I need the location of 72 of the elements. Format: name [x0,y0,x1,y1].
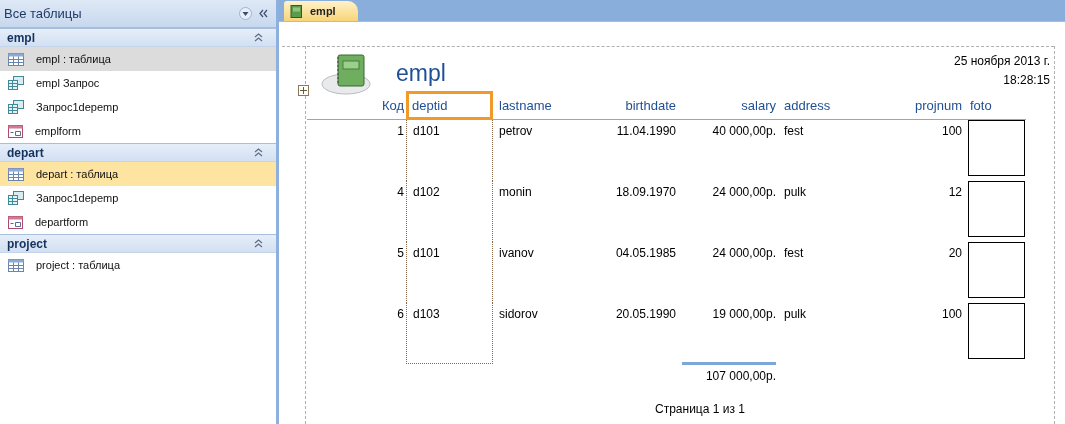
table-cell-text: d101 [413,246,440,262]
table-cell-text: 04.05.1985 [615,246,676,262]
query-icon [8,76,24,90]
table-cell-text: d101 [413,124,440,140]
table-cell-text: 24 000,00р. [712,185,776,201]
table-icon [8,52,24,66]
nav-item[interactable]: Запрос1depemp [0,95,276,119]
table-icon [8,258,24,272]
table-cell-text: 20.05.1990 [615,307,676,323]
table-cell-text: monin [499,185,532,201]
nav-item[interactable]: depart : таблица [0,162,276,186]
table-cell-text: 19 000,00р. [712,307,776,323]
photo-frame [968,303,1025,359]
query-icon [8,191,24,205]
report-title: empl [396,60,447,87]
table-cell-text: petrov [499,124,533,140]
nav-item[interactable]: project : таблица [0,253,276,277]
column-header[interactable]: Код [307,91,406,120]
table-cell-text: 20 [948,246,962,262]
collapse-pane-icon[interactable] [258,9,268,18]
column-header[interactable]: projnum [878,91,964,120]
group-header[interactable]: project [0,234,276,253]
table-cell-text: sidorov [499,307,538,323]
photo-frame [968,242,1025,298]
column-header[interactable]: salary [678,91,778,120]
column-header[interactable]: foto [964,91,1026,120]
nav-item[interactable]: empl Запрос [0,71,276,95]
table-cell-text: d103 [413,307,440,323]
collapse-chevron-icon[interactable] [254,148,263,157]
dropdown-icon[interactable] [239,7,252,20]
total-value: 107 000,00р. [682,362,776,383]
photo-frame [968,181,1025,237]
table-cell-text: 40 000,00р. [712,124,776,140]
table-cell-text: ivanov [499,246,534,262]
table-cell-text: 6 [397,307,404,323]
table-cell-text: fest [784,246,804,262]
table-cell-text: fest [784,124,804,140]
group-header[interactable]: depart [0,143,276,162]
form-icon [8,124,23,138]
collapse-chevron-icon[interactable] [254,33,263,42]
column-header[interactable]: deptid [406,91,493,120]
group-header[interactable]: empl [0,28,276,47]
table-cell-text: 18.09.1970 [615,185,676,201]
table-cell-text: 100 [941,307,962,323]
form-icon [8,215,23,229]
table-cell-text: 100 [941,124,962,140]
nav-item[interactable]: Запрос1depemp [0,186,276,210]
report-time: 18:28:15 [1003,73,1050,87]
table-cell-text: 5 [397,246,404,262]
table-cell-text: pulk [784,185,806,201]
query-icon [8,100,24,114]
table-cell-text: 24 000,00р. [712,246,776,262]
nav-item[interactable]: departform [0,210,276,234]
table-cell-text: 4 [397,185,404,201]
nav-item[interactable]: emplform [0,119,276,143]
column-header[interactable]: birthdate [583,91,678,120]
page-number: Страница 1 из 1 [655,402,745,416]
report-icon [290,4,302,18]
collapse-chevron-icon[interactable] [254,239,263,248]
table-cell-text: pulk [784,307,806,323]
nav-item[interactable]: empl : таблица [0,47,276,71]
document-tab[interactable]: empl [284,1,358,21]
table-cell-text: 12 [948,185,962,201]
column-header[interactable]: lastname [493,91,583,120]
table-cell-text: 1 [397,124,404,140]
table-cell-text: d102 [413,185,440,201]
move-handle-icon[interactable] [298,85,309,96]
report-date: 25 ноября 2013 г. [954,54,1050,68]
column-header[interactable]: address [778,91,878,120]
table-icon [8,167,24,181]
photo-frame [968,120,1025,176]
table-cell-text: 11.04.1990 [616,124,676,140]
